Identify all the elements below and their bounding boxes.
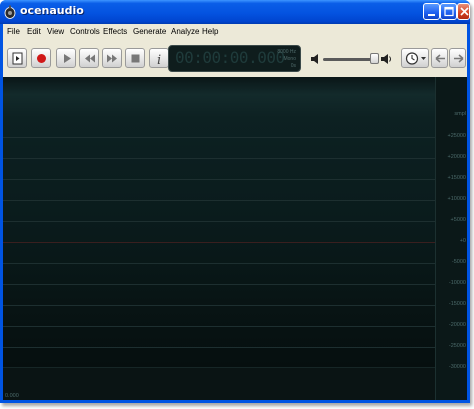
rewind-icon [85,54,95,63]
grid-line [3,326,435,327]
menu-controls[interactable]: Controls [70,27,100,36]
stop-button[interactable] [125,48,145,68]
menu-file[interactable]: File [7,27,20,36]
menu-help[interactable]: Help [202,27,218,36]
volume-low-icon [311,54,318,64]
open-file-icon [12,52,23,65]
window-title: ocenaudio [20,4,84,17]
grid-line [3,284,435,285]
record-button[interactable] [31,48,51,68]
scale-label: -20000 [448,322,466,328]
duration-readout: 0s [290,63,296,69]
grid-line [3,305,435,306]
svg-text:i: i [157,53,161,68]
fast-forward-icon [107,54,117,63]
open-button[interactable] [7,48,27,68]
clock-icon [405,52,426,65]
grid-line [3,137,435,138]
grid-line [3,158,435,159]
scale-unit-label: smpl [454,111,466,117]
arrow-right-icon [454,54,464,63]
waveform-view[interactable]: 0.000 smpl +25000 +20000 +15000 +10000 +5000… [3,77,467,400]
scale-label: -15000 [448,301,466,307]
amplitude-scale: smpl +25000 +20000 +15000 +10000 +5000 +0 -500… [435,77,467,400]
time-display: 00:00:00.000 8000 Hz Mono 0s [168,45,301,72]
time-readout: 00:00:00.000 [175,48,285,67]
play-button[interactable] [56,48,76,68]
timeline-strip[interactable]: 0.000 [3,367,435,400]
toolbar: i 00:00:00.000 8000 Hz Mono 0s [3,41,467,75]
waveform-background [3,77,435,367]
grid-line [3,179,435,180]
app-icon [4,5,16,19]
sample-rate-readout: 8000 Hz [277,49,296,55]
menu-bar: File Edit View Controls Effects Generate… [3,24,467,40]
title-bar[interactable]: ocenaudio [0,0,470,24]
scale-label: +5000 [450,217,466,223]
center-line [3,242,435,243]
scale-label: -30000 [448,364,466,370]
forward-button[interactable] [449,48,466,68]
volume-slider-thumb[interactable] [370,53,379,64]
time-format-button[interactable] [401,48,429,68]
minimize-button[interactable] [423,3,440,20]
menu-analyze[interactable]: Analyze [171,27,199,36]
play-icon [64,54,71,63]
scale-label: -25000 [448,343,466,349]
scale-label: +15000 [447,175,466,181]
rewind-button[interactable] [79,48,99,68]
scale-label: +0 [459,238,466,244]
info-icon: i [157,53,161,68]
record-icon [37,54,46,63]
grid-line [3,347,435,348]
grid-line [3,263,435,264]
maximize-button[interactable] [440,3,457,20]
app-window: ocenaudio File Edit View Controls Effect… [0,0,470,403]
stop-icon [131,54,140,63]
close-icon [460,7,469,16]
info-button[interactable]: i [149,48,169,68]
menu-edit[interactable]: Edit [27,27,41,36]
close-button[interactable] [457,3,470,20]
volume-high-icon [381,54,391,64]
grid-line [3,221,435,222]
arrow-left-icon [435,54,445,63]
fast-forward-button[interactable] [102,48,122,68]
scale-label: +10000 [447,196,466,202]
maximize-icon [444,6,454,17]
menu-effects[interactable]: Effects [103,27,127,36]
channel-mode-readout: Mono [283,56,296,62]
menu-view[interactable]: View [47,27,64,36]
scale-label: +25000 [447,133,466,139]
scale-label: +20000 [447,154,466,160]
back-button[interactable] [431,48,448,68]
scale-label: -5000 [451,259,466,265]
minimize-icon [428,14,435,16]
scale-label: -10000 [448,280,466,286]
menu-generate[interactable]: Generate [133,27,166,36]
grid-line [3,200,435,201]
timeline-start-label: 0.000 [5,393,19,399]
client-area: File Edit View Controls Effects Generate… [3,24,467,400]
